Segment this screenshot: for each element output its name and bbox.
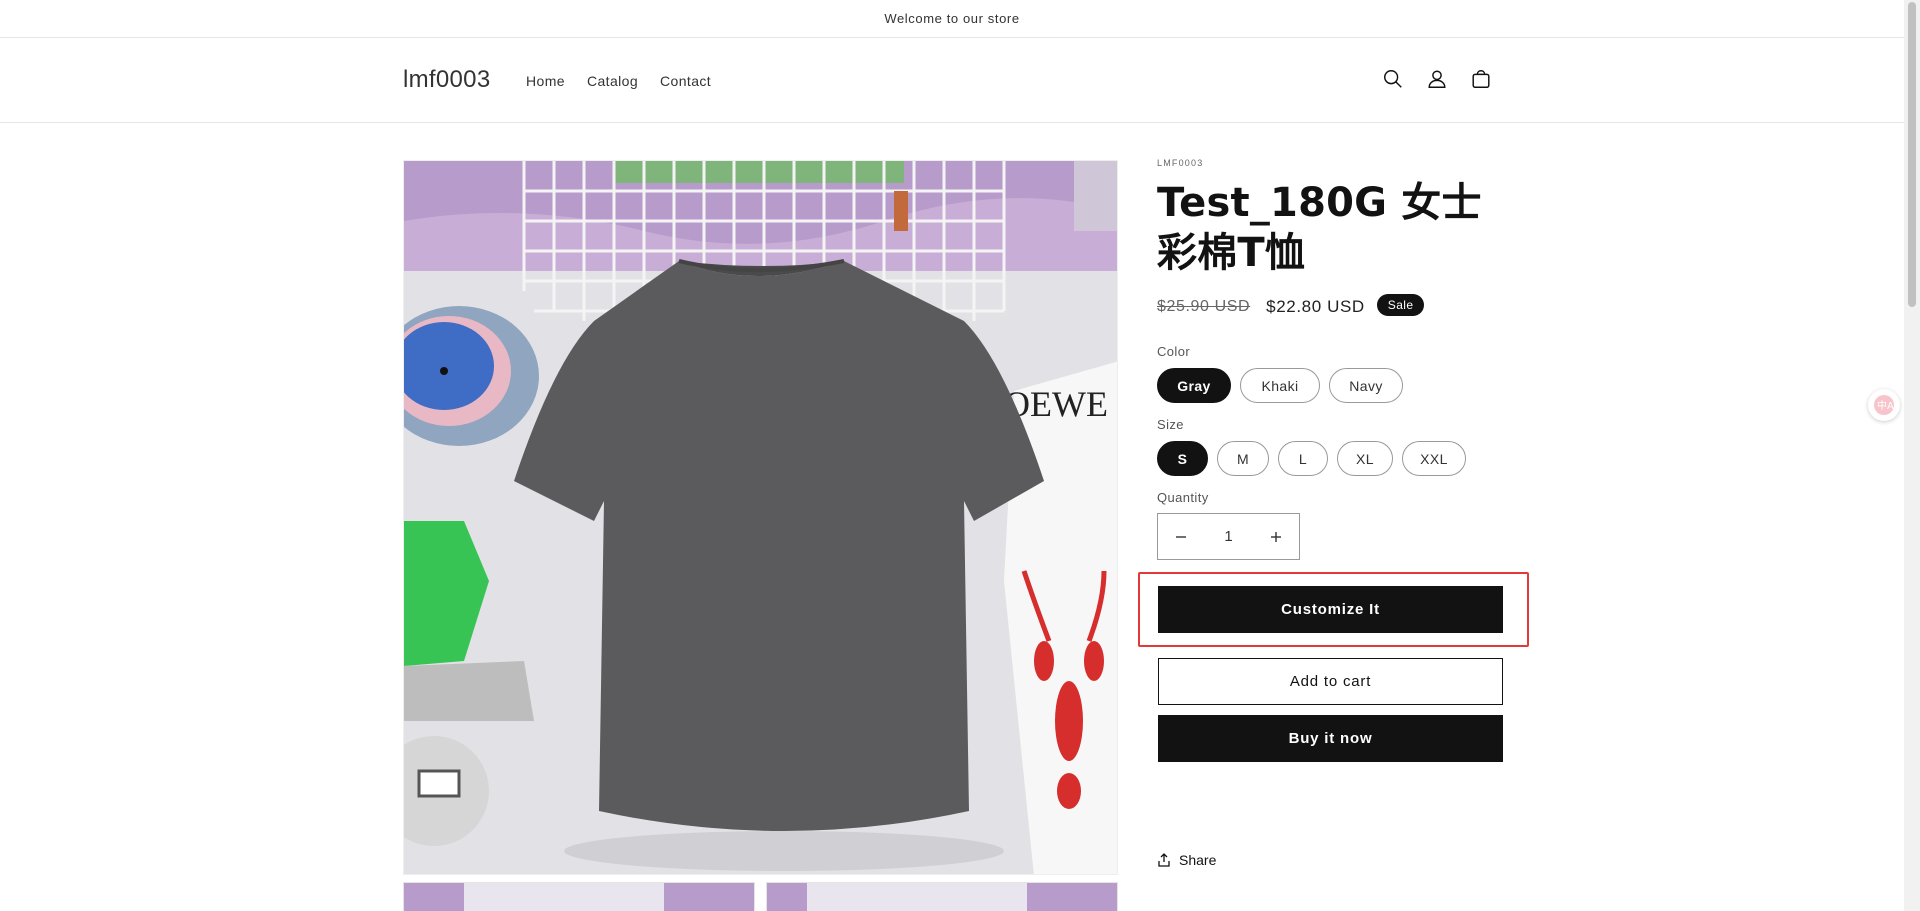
size-option-xl[interactable]: XL xyxy=(1337,441,1393,476)
sale-badge: Sale xyxy=(1376,294,1425,316)
share-button[interactable]: Share xyxy=(1157,852,1216,868)
nav-contact[interactable]: Contact xyxy=(660,73,711,89)
share-label: Share xyxy=(1179,852,1217,868)
size-option-m[interactable]: M xyxy=(1217,441,1269,476)
thumbnail-strip xyxy=(403,882,1118,911)
size-option-s[interactable]: S xyxy=(1157,441,1208,476)
quantity-stepper: 1 xyxy=(1157,513,1300,560)
quantity-label: Quantity xyxy=(1157,490,1209,505)
plus-icon[interactable] xyxy=(1253,514,1299,559)
cart-icon[interactable] xyxy=(1468,66,1494,92)
product-photo: OEWE xyxy=(404,161,1117,874)
translate-icon[interactable]: 中A xyxy=(1868,389,1900,421)
size-label: Size xyxy=(1157,417,1184,432)
page-scrollbar[interactable] xyxy=(1904,0,1920,911)
share-icon xyxy=(1158,853,1170,867)
size-option-l[interactable]: L xyxy=(1278,441,1328,476)
customize-button[interactable]: Customize It xyxy=(1158,586,1503,633)
quantity-selector: Quantity 1 xyxy=(1157,490,1502,560)
product-vendor: LMF0003 xyxy=(1157,158,1204,168)
color-option-gray[interactable]: Gray xyxy=(1157,368,1231,403)
store-logo[interactable]: lmf0003 xyxy=(403,66,490,94)
thumbnail[interactable] xyxy=(766,882,1118,911)
announcement-text: Welcome to our store xyxy=(884,11,1020,26)
main-nav: Home Catalog Contact xyxy=(526,73,733,89)
product-title: Test_180G 女士彩棉T恤 xyxy=(1157,180,1482,276)
size-option-xxl[interactable]: XXL xyxy=(1402,441,1466,476)
color-option-khaki[interactable]: Khaki xyxy=(1240,368,1320,403)
buy-now-button[interactable]: Buy it now xyxy=(1158,715,1503,762)
search-icon[interactable] xyxy=(1380,66,1406,92)
product-main-image[interactable]: OEWE xyxy=(403,160,1118,875)
account-icon[interactable] xyxy=(1424,66,1450,92)
quantity-input[interactable]: 1 xyxy=(1204,528,1253,545)
add-to-cart-button[interactable]: Add to cart xyxy=(1158,658,1503,705)
compare-price: $25.90 USD xyxy=(1157,298,1251,315)
color-option-navy[interactable]: Navy xyxy=(1329,368,1403,403)
scrollbar-thumb[interactable] xyxy=(1908,2,1916,307)
nav-catalog[interactable]: Catalog xyxy=(587,73,638,89)
svg-text:中A: 中A xyxy=(1877,399,1894,412)
thumbnail[interactable] xyxy=(403,882,755,911)
site-header: lmf0003 Home Catalog Contact xyxy=(0,38,1904,123)
minus-icon[interactable] xyxy=(1158,514,1204,559)
color-selector: Color Gray Khaki Navy xyxy=(1157,344,1502,403)
announcement-bar: Welcome to our store xyxy=(0,0,1904,38)
price-row: $25.90 USD $22.80 USD Sale xyxy=(1157,292,1502,322)
nav-home[interactable]: Home xyxy=(526,73,565,89)
sale-price: $22.80 USD xyxy=(1266,297,1365,316)
size-selector: Size S M L XL XXL xyxy=(1157,417,1502,476)
header-icons xyxy=(1380,66,1494,92)
product-info: LMF0003 Test_180G 女士彩棉T恤 $25.90 USD $22.… xyxy=(1157,158,1502,560)
color-label: Color xyxy=(1157,344,1191,359)
